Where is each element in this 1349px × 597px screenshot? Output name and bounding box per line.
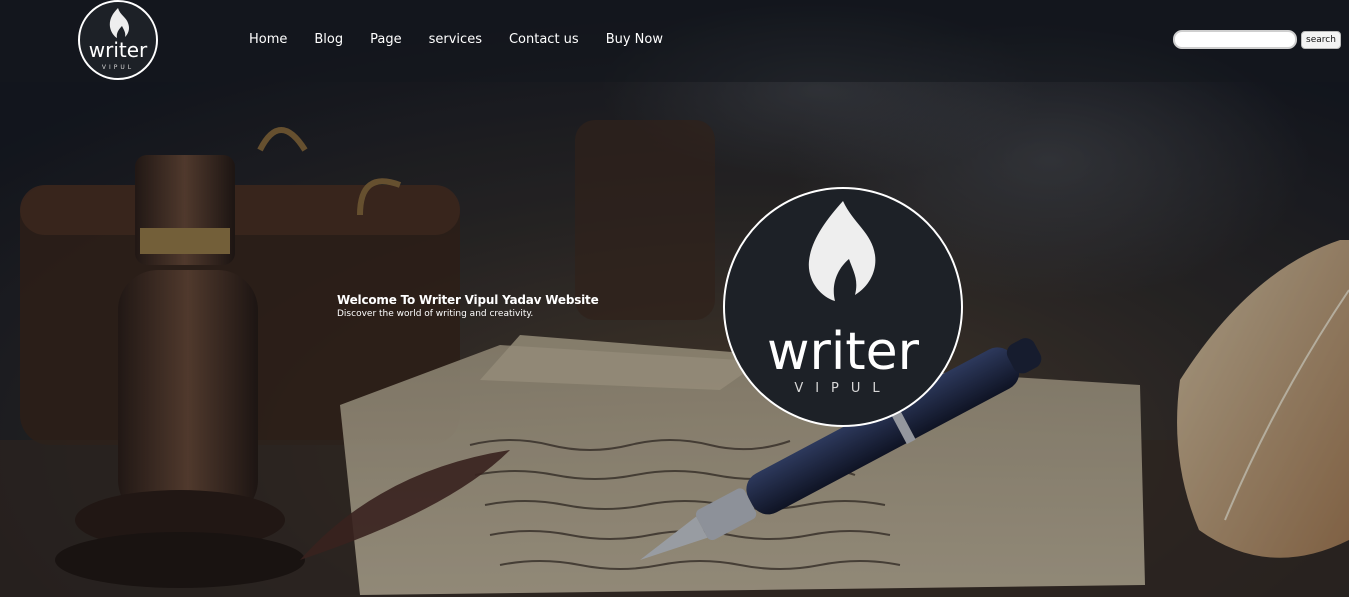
logo-small-word: writer bbox=[89, 38, 148, 62]
search-button[interactable]: search bbox=[1301, 31, 1341, 49]
logo-large-graphic: writer VIPUL bbox=[767, 201, 920, 396]
welcome-title: Welcome To Writer Vipul Yadav Website bbox=[337, 293, 599, 307]
site-header: writer VIPUL Home Blog Page services Con… bbox=[0, 0, 1349, 82]
logo-small-graphic: writer VIPUL bbox=[89, 8, 148, 71]
nav-item-contact-us[interactable]: Contact us bbox=[509, 30, 579, 50]
search-input[interactable] bbox=[1173, 30, 1297, 49]
hero-background-image bbox=[0, 0, 1349, 597]
nav-item-services[interactable]: services bbox=[429, 30, 482, 50]
nav-item-page[interactable]: Page bbox=[370, 30, 401, 50]
main-nav: Home Blog Page services Contact us Buy N… bbox=[249, 30, 690, 50]
flame-icon bbox=[109, 8, 129, 38]
logo-large-word: writer bbox=[767, 322, 920, 382]
logo-small-tagline: VIPUL bbox=[102, 64, 134, 71]
nav-item-blog[interactable]: Blog bbox=[314, 30, 343, 50]
flame-icon bbox=[808, 201, 876, 301]
nav-item-buy-now[interactable]: Buy Now bbox=[606, 30, 663, 50]
nav-item-home[interactable]: Home bbox=[249, 30, 287, 50]
logo-large-tagline: VIPUL bbox=[794, 381, 891, 396]
page: writer VIPUL Home Blog Page services Con… bbox=[0, 0, 1349, 597]
welcome-subtitle: Discover the world of writing and creati… bbox=[337, 309, 534, 319]
logo-large: writer VIPUL bbox=[723, 187, 963, 427]
welcome-block: Welcome To Writer Vipul Yadav Website Di… bbox=[337, 292, 599, 321]
logo-small[interactable]: writer VIPUL bbox=[78, 0, 158, 80]
